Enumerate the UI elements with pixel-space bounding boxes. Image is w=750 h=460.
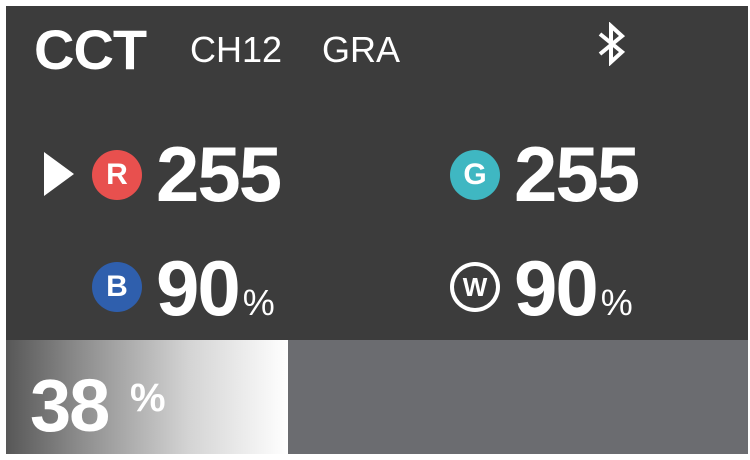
white-value-text: 90 [514, 244, 599, 332]
blue-value-text: 90 [156, 244, 241, 332]
mode-label: CCT [34, 18, 147, 81]
red-channel-badge: R [92, 150, 142, 200]
white-badge-letter: W [454, 266, 496, 308]
effect-label: GRA [322, 29, 401, 70]
green-value-text: 255 [514, 130, 640, 218]
white-channel-badge: W [450, 262, 500, 312]
blue-unit: % [242, 282, 275, 323]
channel-label: CH12 [190, 29, 283, 70]
device-screen: CCT CH12 GRA R 255 G 255 B 90% W 90% 38 … [6, 6, 748, 454]
brightness-bar[interactable]: 38 % [6, 340, 748, 454]
bluetooth-icon [598, 22, 626, 66]
green-channel-badge: G [450, 150, 500, 200]
brightness-value: 38 [30, 364, 110, 447]
blue-value[interactable]: 90% [156, 248, 275, 343]
brightness-unit: % [130, 376, 166, 420]
selection-cursor-icon [44, 152, 74, 196]
red-value[interactable]: 255 [156, 134, 282, 214]
white-unit: % [600, 282, 633, 323]
blue-channel-badge: B [92, 262, 142, 312]
white-value[interactable]: 90% [514, 248, 633, 343]
green-value[interactable]: 255 [514, 134, 640, 214]
red-value-text: 255 [156, 130, 282, 218]
